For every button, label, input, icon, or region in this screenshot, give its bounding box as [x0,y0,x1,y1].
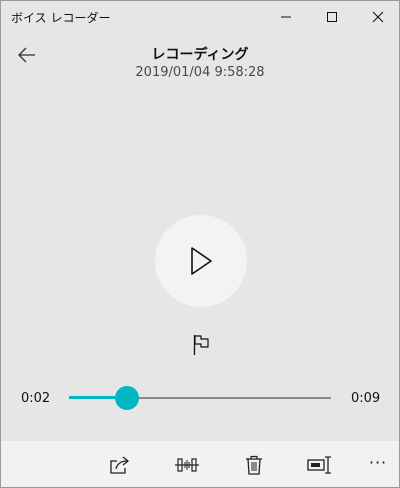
close-icon [372,11,384,23]
trash-icon [246,455,262,475]
recording-title: レコーディング [151,47,249,63]
trim-icon [175,458,199,472]
share-button[interactable] [106,451,134,479]
more-icon: ··· [368,453,388,472]
voice-recorder-window: ボイス レコーダー レコーディング 2019/01/04 9:58:28 0:0… [0,0,400,488]
minimize-button[interactable] [263,1,309,33]
maximize-icon [327,12,337,22]
play-icon [191,247,212,275]
share-icon [110,456,130,474]
maximize-button[interactable] [309,1,355,33]
command-bar: ··· [1,441,399,487]
add-marker-button[interactable] [187,331,215,359]
delete-button[interactable] [240,451,268,479]
minimize-icon [281,16,291,18]
app-title: ボイス レコーダー [11,11,111,25]
rename-icon [307,456,331,474]
trim-button[interactable] [173,451,201,479]
current-time: 0:02 [21,391,51,406]
rename-button[interactable] [306,451,334,479]
flag-icon [193,335,209,355]
slider-thumb[interactable] [114,386,139,410]
play-button[interactable] [155,215,247,307]
close-button[interactable] [355,1,399,33]
recording-datetime: 2019/01/04 9:58:28 [135,65,265,80]
title-bar: ボイス レコーダー [1,1,399,33]
playback-slider[interactable] [69,386,331,410]
more-options-button[interactable]: ··· [363,449,393,477]
total-duration: 0:09 [351,391,381,406]
